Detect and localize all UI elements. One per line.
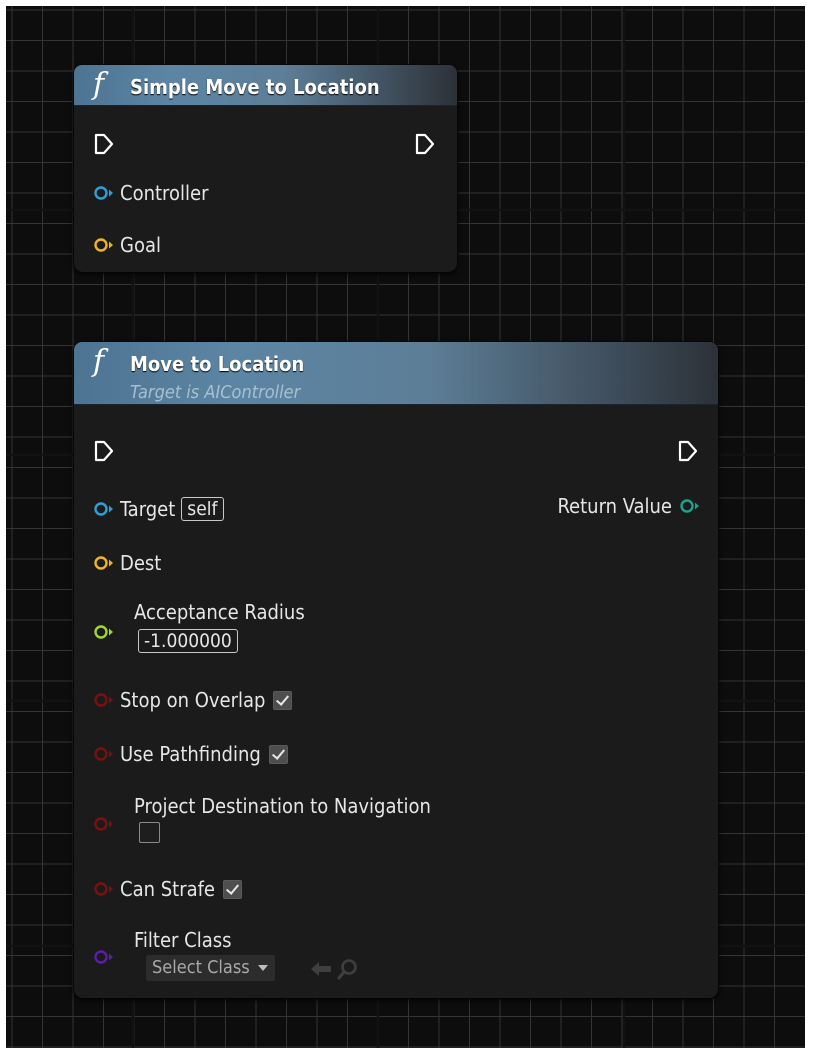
filter-class-label: Filter Class — [134, 928, 232, 952]
node-title: Move to Location — [130, 352, 305, 376]
target-label: Target — [120, 497, 176, 521]
exec-input-icon[interactable] — [93, 440, 115, 462]
vector-pin-icon[interactable] — [94, 555, 114, 571]
enum-pin-icon[interactable] — [680, 498, 700, 514]
select-class-label: Select Class — [152, 957, 250, 978]
project-destination-checkbox[interactable] — [139, 822, 160, 843]
node-title: Simple Move to Location — [130, 75, 380, 99]
acceptance-radius-label: Acceptance Radius — [134, 600, 305, 624]
can-strafe-label: Can Strafe — [120, 877, 216, 901]
stop-on-overlap-pin-row: Stop on Overlap — [94, 687, 293, 713]
object-pin-icon[interactable] — [94, 185, 114, 201]
goal-label: Goal — [120, 233, 161, 257]
node-header[interactable]: f Simple Move to Location — [74, 65, 457, 106]
dest-label: Dest — [120, 551, 162, 575]
object-pin-icon[interactable] — [94, 501, 114, 517]
stop-on-overlap-label: Stop on Overlap — [120, 688, 266, 712]
exec-output-icon[interactable] — [414, 133, 436, 155]
float-pin-icon[interactable] — [94, 624, 114, 640]
function-icon: f — [93, 67, 105, 102]
controller-pin-row: Controller — [94, 180, 208, 206]
function-icon: f — [93, 344, 105, 379]
return-value-label: Return Value — [557, 494, 672, 518]
can-strafe-pin-row: Can Strafe — [94, 876, 243, 902]
use-pathfinding-pin-row: Use Pathfinding — [94, 741, 288, 767]
select-class-dropdown[interactable]: Select Class — [146, 955, 275, 981]
exec-output-icon[interactable] — [677, 440, 699, 462]
return-value-pin-row: Return Value — [557, 493, 700, 519]
target-pin-row: Target self — [94, 496, 224, 522]
move-to-location-node[interactable]: f Move to Location Target is AIControlle… — [74, 342, 718, 998]
dest-pin-row: Dest — [94, 550, 161, 576]
node-subtitle: Target is AIController — [130, 382, 301, 403]
goal-pin-row: Goal — [94, 232, 161, 258]
stop-on-overlap-checkbox[interactable] — [273, 690, 293, 710]
project-destination-label: Project Destination to Navigation — [134, 794, 431, 818]
class-pin-icon[interactable] — [94, 949, 114, 965]
can-strafe-checkbox[interactable] — [223, 879, 243, 899]
chevron-down-icon — [257, 965, 268, 971]
bool-pin-icon[interactable] — [94, 746, 114, 762]
exec-input-icon[interactable] — [93, 133, 115, 155]
use-pathfinding-label: Use Pathfinding — [120, 742, 261, 766]
left-arrow-icon[interactable] — [310, 961, 332, 977]
bool-pin-icon[interactable] — [94, 692, 114, 708]
bool-pin-icon[interactable] — [94, 816, 114, 832]
node-header[interactable]: f Move to Location Target is AIControlle… — [74, 342, 718, 405]
search-icon[interactable] — [337, 958, 359, 980]
controller-label: Controller — [120, 181, 209, 205]
vector-pin-icon[interactable] — [94, 237, 114, 253]
target-default-value: self — [181, 497, 224, 521]
bool-pin-icon[interactable] — [94, 881, 114, 897]
use-pathfinding-checkbox[interactable] — [268, 744, 288, 764]
simple-move-to-location-node[interactable]: f Simple Move to Location Controller Goa… — [74, 65, 457, 272]
acceptance-radius-input[interactable]: -1.000000 — [138, 629, 238, 653]
blueprint-graph-canvas[interactable]: f Simple Move to Location Controller Goa… — [6, 6, 805, 1048]
